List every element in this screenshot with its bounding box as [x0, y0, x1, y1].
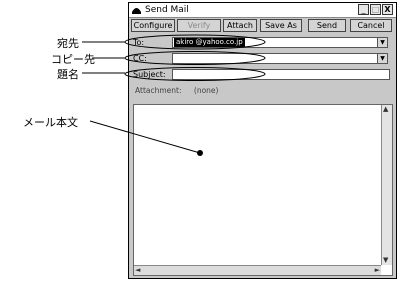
cc-highlight-ellipse	[124, 51, 266, 65]
body-pointer-dot	[197, 150, 203, 156]
subject-highlight-ellipse	[124, 67, 266, 81]
to-highlight-ellipse	[124, 34, 266, 50]
body-leader-line	[89, 120, 201, 154]
annotation-overlay	[82, 34, 266, 156]
